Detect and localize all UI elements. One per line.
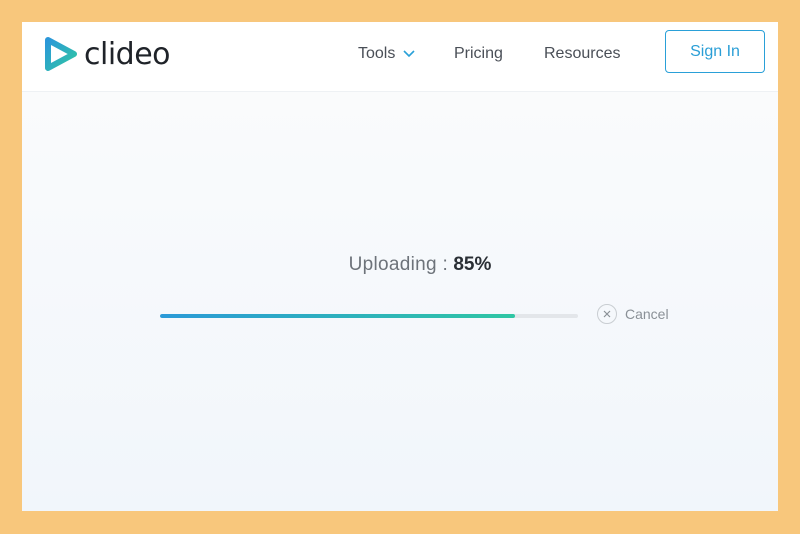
top-header: clideo Tools Pricing Resources Sign In [22,22,778,92]
nav-resources[interactable]: Resources [544,44,620,64]
upload-status: Uploading : 85% [22,254,778,276]
play-triangle-icon [44,36,78,72]
upload-percent: 85% [453,254,492,275]
sign-in-button[interactable]: Sign In [665,30,765,73]
clideo-logo[interactable]: clideo [44,34,171,74]
close-icon [597,304,617,324]
cancel-label: Cancel [625,306,669,322]
upload-progress-bar [160,314,578,318]
upload-progress-fill [160,314,516,318]
logo-text: clideo [84,36,171,72]
upload-status-label: Uploading : [348,254,449,275]
cancel-button[interactable]: Cancel [597,304,669,324]
app-frame: clideo Tools Pricing Resources Sign In U… [22,22,778,511]
chevron-down-icon [403,50,415,58]
upload-area: Uploading : 85% Cancel [22,92,778,511]
nav-tools-label: Tools [358,45,396,62]
nav-tools[interactable]: Tools [358,44,415,64]
nav-pricing[interactable]: Pricing [454,44,503,64]
